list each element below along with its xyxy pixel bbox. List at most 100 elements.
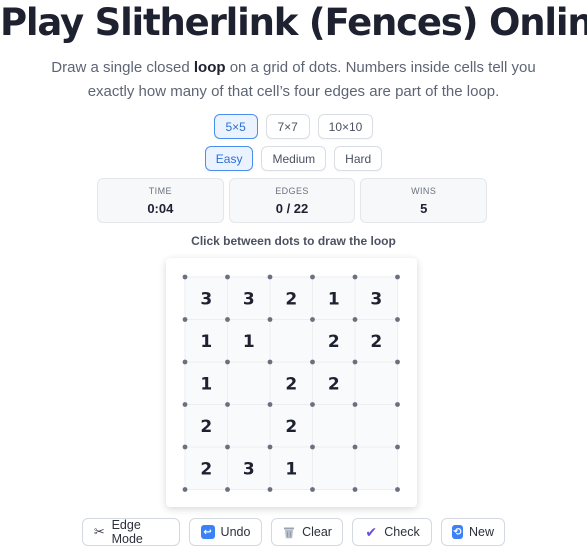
trash-icon — [282, 525, 296, 539]
edge-mode-button[interactable]: ✂ Edge Mode — [82, 518, 180, 546]
undo-icon: ↩ — [200, 525, 215, 539]
stat-wins-label: WINS — [411, 185, 437, 196]
grid-dot — [267, 317, 273, 322]
grid-dot — [310, 444, 315, 450]
grid-dot — [352, 274, 358, 280]
description: Draw a single closed loop on a grid of d… — [30, 56, 557, 104]
difficulty-selector: Easy Medium Hard — [0, 146, 587, 171]
grid-dot — [395, 402, 400, 407]
stat-time: TIME 0:04 — [97, 178, 224, 223]
cell-clue: 3 — [200, 289, 212, 309]
grid-dot — [352, 402, 358, 407]
grid-dot — [225, 487, 230, 492]
grid-cell — [354, 361, 398, 405]
clear-button[interactable]: Clear — [271, 518, 343, 546]
stat-wins-value: 5 — [420, 200, 428, 216]
grid-cell — [269, 319, 313, 363]
grid-dot — [267, 402, 273, 407]
grid-dot — [182, 359, 188, 365]
grid-cell — [312, 404, 356, 448]
instruction-hint: Click between dots to draw the loop — [191, 234, 396, 248]
cell-clue: 2 — [370, 332, 382, 352]
grid-dot — [225, 274, 230, 280]
grid-cell — [312, 446, 356, 490]
checkmark-icon: ✔ — [365, 523, 378, 540]
cell-clue: 3 — [243, 289, 255, 309]
grid-dot — [182, 444, 188, 450]
size-option-10x10[interactable]: 10×10 — [317, 114, 374, 139]
grid-cell — [227, 404, 271, 448]
size-selector: 5×5 7×7 10×10 — [0, 114, 587, 139]
description-text-start: Draw a single closed — [51, 59, 194, 76]
difficulty-option-easy[interactable]: Easy — [204, 146, 254, 171]
grid-dot — [395, 359, 400, 365]
grid-cell — [227, 361, 271, 405]
grid-dot — [182, 274, 188, 280]
cell-clue: 2 — [285, 374, 297, 394]
grid-dot — [310, 359, 315, 365]
puzzle-grid[interactable]: 3 3 2 1 3 1 1 2 2 1 2 2 2 2 2 3 1 — [166, 258, 417, 507]
cell-clue: 2 — [200, 417, 212, 437]
grid-dot — [310, 487, 315, 492]
grid-cell — [354, 446, 398, 490]
grid-dot — [267, 487, 273, 492]
size-option-7x7[interactable]: 7×7 — [265, 114, 310, 139]
grid-dot — [225, 402, 230, 407]
undo-button[interactable]: ↩ Undo — [189, 518, 262, 546]
grid-dot — [225, 359, 230, 365]
grid-dot — [352, 359, 358, 365]
stat-edges: EDGES 0 / 22 — [228, 178, 356, 223]
cell-clue: 1 — [328, 289, 340, 309]
grid-dot — [352, 487, 358, 492]
cell-clue: 1 — [200, 374, 212, 394]
grid-dot — [225, 444, 230, 450]
puzzle-board[interactable]: 3 3 2 1 3 1 1 2 2 1 2 2 2 2 2 3 1 — [166, 258, 417, 507]
cell-clue: 3 — [370, 289, 382, 309]
grid-dot — [267, 274, 273, 280]
cell-clue: 2 — [328, 332, 340, 352]
stat-wins: WINS 5 — [360, 178, 488, 223]
grid-dot — [267, 444, 273, 450]
stats-panel: TIME 0:04 EDGES 0 / 22 WINS 5 — [97, 178, 488, 223]
cell-clue: 1 — [285, 459, 297, 479]
scissors-icon: ✂ — [93, 524, 105, 539]
grid-dot — [182, 402, 188, 407]
grid-cell — [354, 404, 398, 448]
grid-dot — [310, 402, 315, 407]
description-bold: loop — [193, 59, 226, 76]
action-bar: ✂ Edge Mode ↩ Undo Clear ✔ Check ⟲ New — [0, 518, 587, 546]
size-option-5x5[interactable]: 5×5 — [213, 114, 258, 139]
grid-dot — [352, 317, 358, 322]
stat-edges-value: 0 / 22 — [275, 200, 309, 216]
cell-clue: 1 — [200, 332, 212, 352]
new-puzzle-icon: ⟲ — [452, 525, 463, 539]
page-title: Play Slitherlink (Fences) Online — [0, 1, 587, 44]
grid-dot — [182, 487, 188, 492]
cell-clue: 2 — [200, 459, 212, 479]
cell-clue: 2 — [285, 289, 297, 309]
stat-edges-label: EDGES — [275, 185, 309, 196]
grid-dot — [310, 317, 315, 322]
new-label: New — [468, 525, 494, 539]
grid-dot — [352, 444, 358, 450]
grid-dot — [395, 317, 400, 322]
clear-label: Clear — [302, 525, 332, 539]
cell-clue: 2 — [328, 374, 340, 394]
check-button[interactable]: ✔ Check — [352, 518, 432, 546]
edge-mode-label: Edge Mode — [111, 518, 143, 546]
grid-dot — [267, 359, 273, 365]
stat-time-value: 0:04 — [147, 200, 174, 216]
grid-dot — [395, 444, 400, 450]
cell-clue: 1 — [243, 332, 255, 352]
new-button[interactable]: ⟲ New — [441, 518, 505, 546]
grid-dot — [395, 487, 400, 492]
difficulty-option-hard[interactable]: Hard — [334, 146, 383, 171]
cell-clue: 3 — [243, 459, 255, 479]
undo-label: Undo — [220, 525, 251, 539]
cell-clue: 2 — [285, 417, 297, 437]
check-label: Check — [384, 525, 420, 539]
grid-dot — [395, 274, 400, 280]
grid-dot — [225, 317, 230, 322]
difficulty-option-medium[interactable]: Medium — [261, 146, 327, 171]
stat-time-label: TIME — [148, 185, 172, 196]
